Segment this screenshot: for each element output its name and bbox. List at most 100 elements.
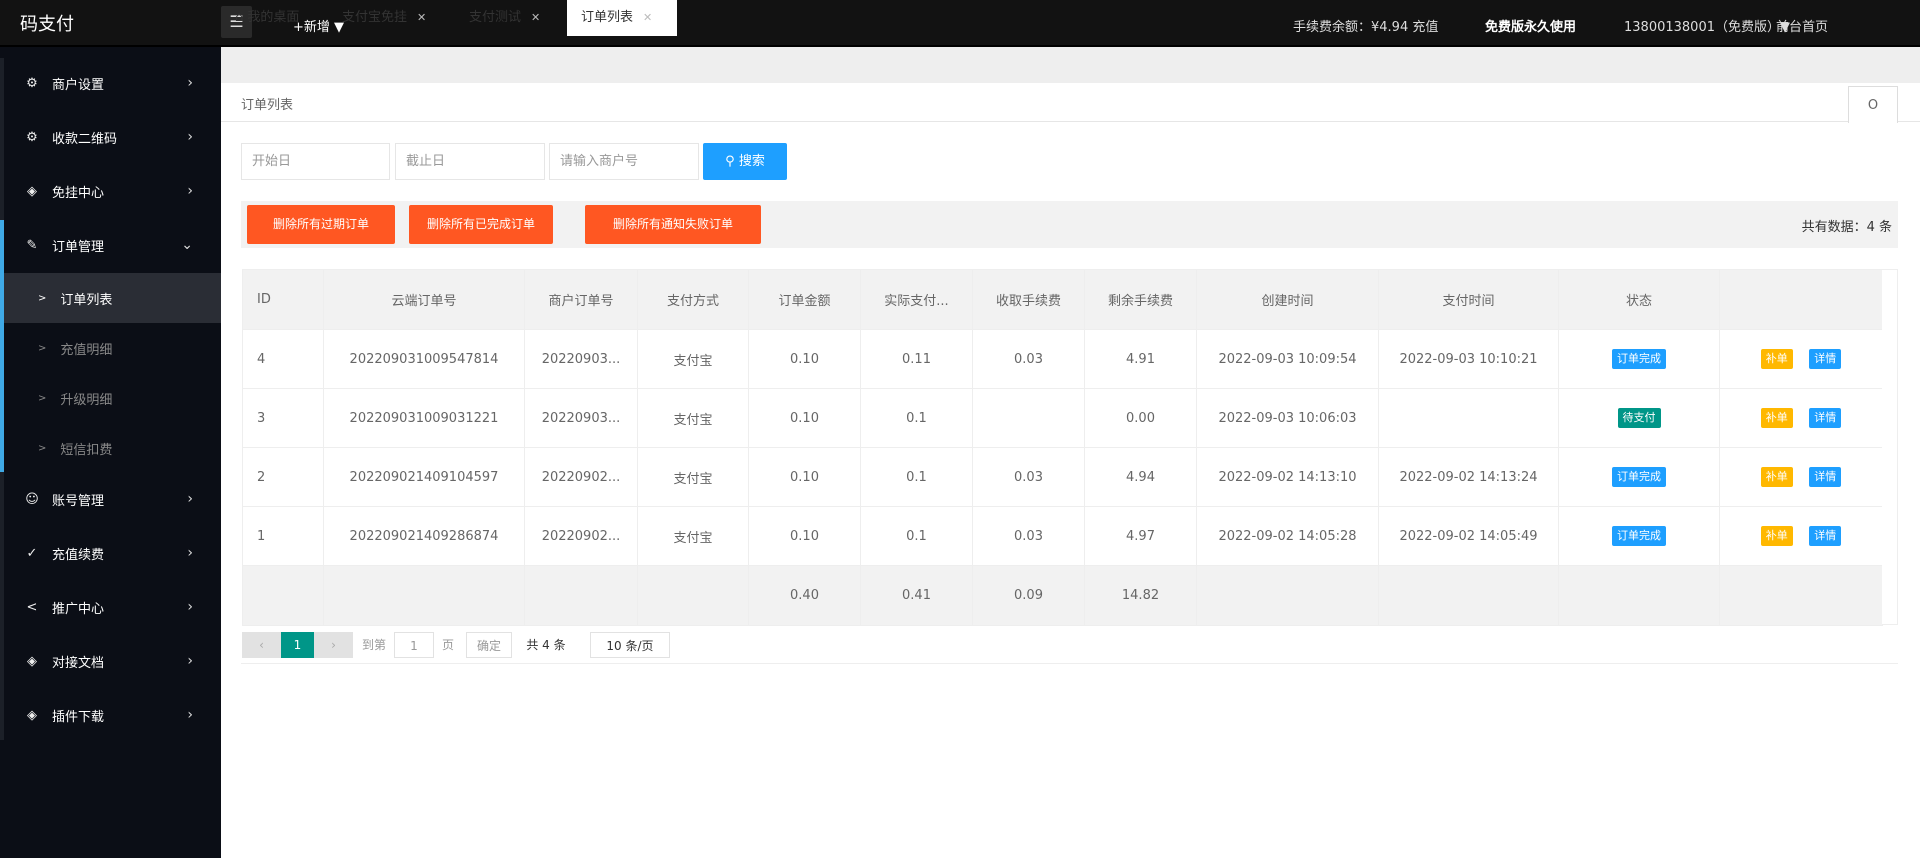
- sidebar-item-2[interactable]: ⚙ 收款二维码 ›: [0, 110, 221, 164]
- page-input[interactable]: 1: [394, 632, 434, 658]
- end-date-input[interactable]: 截止日: [395, 143, 545, 180]
- divider: [241, 663, 1898, 664]
- sidebar-item-1[interactable]: ⚙ 商户设置 ›: [0, 56, 221, 110]
- close-icon[interactable]: ✕: [417, 11, 426, 24]
- sidebar-item-9[interactable]: ◈ 插件下载 ›: [0, 688, 221, 742]
- column-header: 剩余手续费: [1084, 269, 1197, 330]
- account-dropdown[interactable]: 13800138001（免费版）▼: [1624, 16, 1790, 35]
- tab-alipay[interactable]: 支付宝免挂 ✕: [330, 0, 450, 36]
- resupply-button[interactable]: 补单: [1760, 526, 1793, 546]
- table-row: 1 202209021409286874 20220902... 支付宝 0.10 0.1…: [242, 506, 1883, 566]
- column-header: 商户订单号: [524, 269, 638, 330]
- merchant-input[interactable]: 请输入商户号: [549, 143, 699, 180]
- search-button[interactable]: ⚲ 搜索: [703, 143, 787, 180]
- refresh-button[interactable]: O: [1848, 86, 1898, 123]
- sidebar-subitem-2[interactable]: > 充值明细: [4, 323, 221, 373]
- tab-order-list[interactable]: 订单列表 ✕: [567, 0, 677, 36]
- cell-empty: [1558, 565, 1720, 626]
- breadcrumb-bar: [221, 83, 1920, 122]
- chevron-icon: ›: [187, 653, 193, 669]
- search-label: 搜索: [738, 154, 765, 169]
- orders-table: ID 云端订单号 商户订单号 支付方式 订单金额 实际支付... 收取手续费 剩余手续费 创建时…: [242, 269, 1883, 626]
- chevron-right-icon: >: [38, 392, 47, 404]
- resupply-button[interactable]: 补单: [1760, 408, 1793, 428]
- cell-actions: 补单 详情: [1719, 388, 1883, 448]
- sidebar-subitem-4[interactable]: > 短信扣费: [4, 423, 221, 473]
- sidebar-item-8[interactable]: ◈ 对接文档 ›: [0, 634, 221, 688]
- next-page-button[interactable]: ›: [314, 632, 353, 658]
- cell-id: 3: [242, 388, 324, 448]
- start-date-input[interactable]: 开始日: [241, 143, 390, 180]
- per-page-select[interactable]: 10 条/页: [590, 632, 670, 658]
- fee-balance-link[interactable]: 手续费余额：¥4.94 充值: [1293, 16, 1438, 35]
- total-amount: 0.40: [748, 565, 861, 626]
- cell-cloud-no: 202209021409286874: [323, 506, 525, 566]
- cell-method: 支付宝: [637, 388, 749, 448]
- details-button[interactable]: 详情: [1809, 349, 1842, 369]
- cell-merchant-no: 20220902...: [524, 447, 638, 507]
- cell-paid: 0.1: [860, 506, 973, 566]
- menu-icon: ⚙: [26, 75, 38, 91]
- cell-remain: 4.91: [1084, 329, 1197, 389]
- column-header: 支付方式: [637, 269, 749, 330]
- cell-created: 2022-09-02 14:05:28: [1196, 506, 1379, 566]
- sidebar-item-3[interactable]: ◈ 免挂中心 ›: [0, 164, 221, 218]
- cell-method: 支付宝: [637, 506, 749, 566]
- cell-actions: 补单 详情: [1719, 447, 1883, 507]
- cell-merchant-no: 20220902...: [524, 506, 638, 566]
- details-button[interactable]: 详情: [1809, 526, 1842, 546]
- sidebar-item-label: 收款二维码: [52, 131, 118, 147]
- chevron-right-icon: >: [38, 442, 47, 454]
- cell-amount: 0.10: [748, 329, 861, 389]
- delete-completed-button[interactable]: 删除所有已完成订单: [409, 205, 553, 244]
- details-button[interactable]: 详情: [1809, 467, 1842, 487]
- cell-remain: 4.97: [1084, 506, 1197, 566]
- frontpage-link[interactable]: 前台首页: [1776, 16, 1828, 35]
- cell-status: 订单完成: [1558, 329, 1720, 389]
- cell-paid: 0.11: [860, 329, 973, 389]
- chevron-icon: ›: [187, 183, 193, 199]
- sidebar-item-5[interactable]: ☺ 账号管理 ›: [0, 472, 221, 526]
- cell-remain: 4.94: [1084, 447, 1197, 507]
- resupply-button[interactable]: 补单: [1760, 349, 1793, 369]
- close-icon[interactable]: ✕: [643, 11, 652, 24]
- tab-home[interactable]: ⌂ 我的桌面: [221, 0, 321, 36]
- sidebar-item-4[interactable]: ✎ 订单管理 ⌄: [0, 218, 221, 272]
- column-header: 云端订单号: [323, 269, 525, 330]
- menu-icon: ◈: [27, 707, 37, 723]
- cell-amount: 0.10: [748, 388, 861, 448]
- status-badge: 订单完成: [1612, 467, 1666, 487]
- tab-pay-test[interactable]: 支付测试 ✕: [455, 0, 565, 36]
- sidebar-item-label: 充值续费: [52, 547, 105, 563]
- cell-actions: 补单 详情: [1719, 329, 1883, 389]
- sidebar-subitem-1[interactable]: > 订单列表: [4, 273, 221, 323]
- cell-method: 支付宝: [637, 329, 749, 389]
- cell-merchant-no: 20220903...: [524, 329, 638, 389]
- page-1-button[interactable]: 1: [281, 632, 314, 658]
- totals-row: 0.40 0.41 0.09 14.82: [242, 565, 1883, 626]
- sidebar-item-6[interactable]: ✓ 充值续费 ›: [0, 526, 221, 580]
- cell-fee: 0.03: [972, 329, 1085, 389]
- resupply-button[interactable]: 补单: [1760, 467, 1793, 487]
- total-remain: 14.82: [1084, 565, 1197, 626]
- cell-empty: [637, 565, 749, 626]
- column-header: 状态: [1558, 269, 1720, 330]
- plan-label[interactable]: 免费版永久使用: [1485, 16, 1576, 35]
- prev-page-button[interactable]: ‹: [242, 632, 281, 658]
- cell-remain: 0.00: [1084, 388, 1197, 448]
- column-header: 收取手续费: [972, 269, 1085, 330]
- sidebar-subitem-3[interactable]: > 升级明细: [4, 373, 221, 423]
- confirm-page-button[interactable]: 确定: [466, 632, 512, 658]
- details-button[interactable]: 详情: [1809, 408, 1842, 428]
- close-icon[interactable]: ✕: [531, 11, 540, 24]
- column-header: 创建时间: [1196, 269, 1379, 330]
- table-row: 3 202209031009031221 20220903... 支付宝 0.10 0.1…: [242, 388, 1883, 448]
- cell-created: 2022-09-02 14:13:10: [1196, 447, 1379, 507]
- cell-paid-time: [1378, 388, 1559, 448]
- delete-expired-button[interactable]: 删除所有过期订单: [247, 205, 395, 244]
- delete-notify-failed-button[interactable]: 删除所有通知失败订单: [585, 205, 761, 244]
- cell-empty: [1719, 565, 1883, 626]
- cell-created: 2022-09-03 10:09:54: [1196, 329, 1379, 389]
- cell-merchant-no: 20220903...: [524, 388, 638, 448]
- sidebar-item-7[interactable]: < 推广中心 ›: [0, 580, 221, 634]
